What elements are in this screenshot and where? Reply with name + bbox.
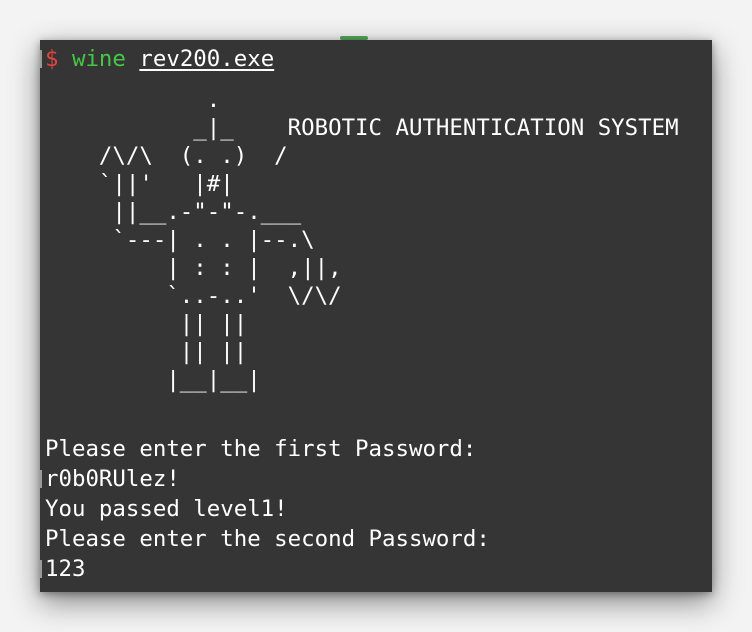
banner-line: _|_ ROBOTIC AUTHENTICATION SYSTEM — [45, 115, 679, 141]
second-password-prompt: Please enter the second Password: — [45, 526, 490, 552]
banner-line: . — [45, 87, 221, 113]
banner-line: `..-..' \/\/ — [45, 283, 342, 309]
first-password-input: r0b0RUlez! — [45, 466, 180, 492]
banner-line: `||' |#| — [45, 171, 234, 197]
command-line: $ wine rev200.exe — [45, 45, 274, 73]
level1-passed-message: You passed level1! — [45, 496, 288, 522]
banner-line: /\/\ (. .) / — [45, 143, 288, 169]
banner-line: `---| . . |--.\ — [45, 227, 315, 253]
banner-line: || || — [45, 311, 248, 337]
banner-line: ||__.-"-"-.___ — [45, 199, 302, 225]
terminal-window[interactable]: $ wine rev200.exe . _|_ ROBOTIC AUTHENTI… — [40, 40, 712, 592]
input-marker-icon — [40, 470, 42, 488]
first-password-prompt: Please enter the first Password: — [45, 436, 477, 462]
command-name: wine — [71, 46, 126, 72]
input-marker-icon — [40, 560, 42, 578]
banner-line: || || — [45, 339, 248, 365]
command-argument: rev200.exe — [139, 46, 275, 72]
banner-line: |__|__| — [45, 367, 261, 393]
prompt-symbol: $ — [45, 46, 59, 72]
banner-line: | : : | ,||, — [45, 255, 342, 281]
ascii-robot-banner: . _|_ ROBOTIC AUTHENTICATION SYSTEM /\/\… — [45, 86, 679, 394]
second-password-input[interactable]: 123 — [45, 555, 85, 583]
input-marker-icon — [40, 50, 42, 68]
